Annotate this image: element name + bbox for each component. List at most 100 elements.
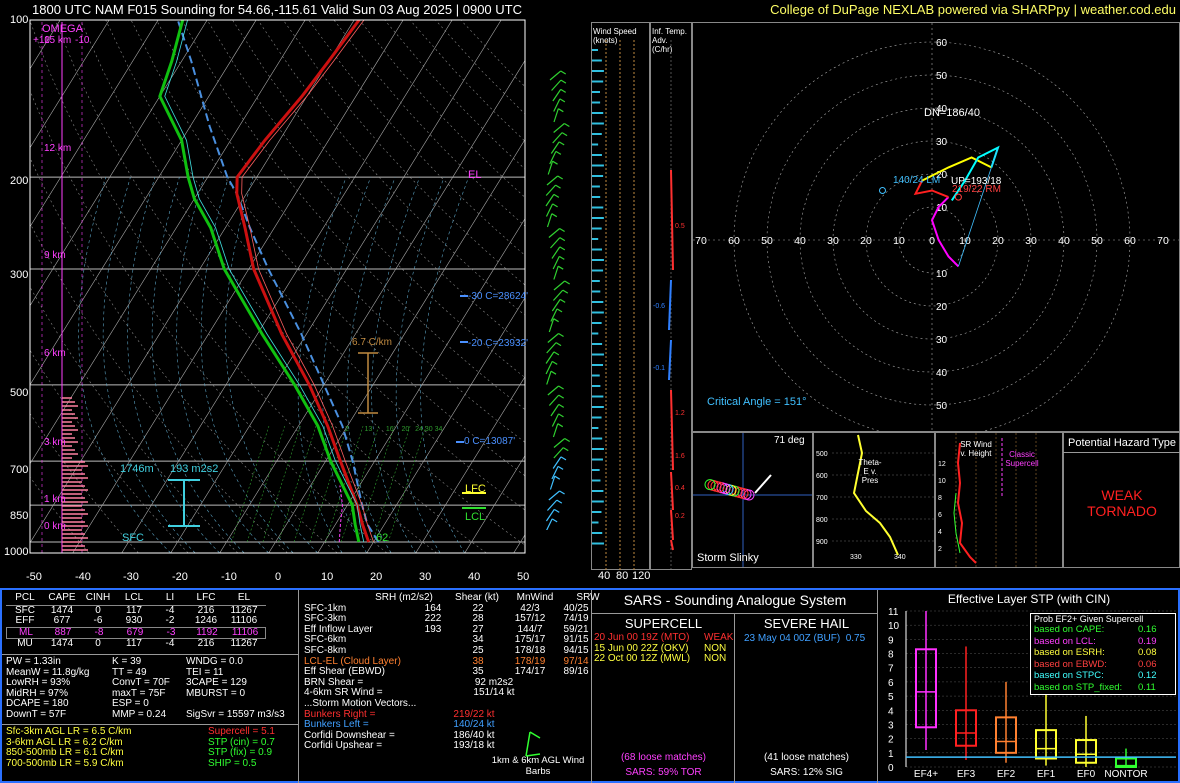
wind-barb	[553, 447, 564, 459]
wind-barb	[549, 70, 562, 81]
stp-ytick: 1	[888, 749, 894, 760]
hodograph: 70 60 50 40 30 20 10 0 10 20 30 40 50 60 7010102020303…	[693, 23, 1179, 431]
p-tick-100: 100	[10, 14, 29, 26]
sars-super-tor: SARS: 59% TOR	[625, 767, 702, 778]
wind-barb-flag	[555, 342, 562, 347]
wind-barb-flag	[550, 370, 557, 375]
skewt-diagram	[29, 19, 526, 554]
stp-ytick: 7	[888, 664, 894, 675]
sars-hail-sig: SARS: 12% SIG	[770, 767, 843, 778]
inf-temp-profile: 0.5 -0.6 -0.1 1.2 1.6 0.4 0.2	[653, 40, 685, 570]
wind-barb	[547, 385, 559, 396]
omega-label: OMEGA	[42, 23, 83, 35]
stp-ytick: 6	[888, 678, 894, 689]
kin-cell	[408, 646, 458, 657]
wind-barb-flag	[551, 213, 558, 218]
hodo-xtick: 60	[1124, 235, 1136, 247]
wind-barb-flag	[562, 289, 569, 294]
wind-barb-flag	[558, 413, 564, 418]
hodo-ytick: 40	[936, 368, 948, 379]
index-cell: PW = 1.33in	[6, 656, 61, 667]
wind-barb-flag	[551, 360, 558, 365]
wspd-tick: 80	[616, 570, 629, 582]
index-row: DownT = 57F MMP = 0.24 SigSvr = 15597 m3/s…	[6, 708, 296, 721]
credit-text: College of DuPage NEXLAB powered via SHA…	[770, 2, 1176, 17]
prob-row: based on EBWD: 0.06	[1034, 659, 1175, 671]
sars-match-type: NON	[704, 653, 727, 665]
hodo-xtick: 50	[761, 235, 773, 247]
stp-ytick: 2	[888, 735, 894, 746]
hodo-xtick: 70	[1157, 235, 1169, 247]
sars-hail-loose: (41 loose matches)	[763, 752, 850, 763]
prob-value: 0.16	[1138, 624, 1157, 635]
el-label: EL	[468, 169, 482, 181]
wind-barb	[548, 228, 560, 238]
hodo-xtick: 20	[860, 235, 872, 247]
lfc-label: LFC	[465, 483, 486, 495]
stp-ytick: 9	[888, 635, 894, 646]
wind-barb-flag	[557, 465, 564, 470]
inft-value: 0.4	[675, 485, 685, 492]
mixratio-line	[262, 426, 301, 543]
wind-barb	[548, 490, 560, 501]
t-tick: -20	[172, 571, 188, 583]
index-cell: SigSvr = 15597 m3/s3	[186, 708, 285, 720]
wind-barb-flag	[561, 132, 568, 137]
inft-value: 1.6	[675, 453, 685, 460]
parcel-cell: -2	[165, 615, 175, 627]
isotherm-m30: -30 C=28624'	[468, 291, 529, 302]
hazard-value: WEAK TORNADO	[1087, 487, 1157, 519]
mixratio-line	[387, 426, 427, 543]
parcel-cell: 930	[125, 615, 143, 627]
t-tick: 0	[275, 571, 282, 583]
wind-barb-flag	[564, 437, 570, 443]
srw-trace	[956, 442, 977, 564]
parcel-cell: EFF	[15, 615, 35, 627]
inft-bar	[668, 279, 672, 331]
stp-ytick: 11	[888, 607, 899, 618]
kin-cell: 193	[424, 623, 442, 635]
kin-cell	[408, 635, 458, 646]
srw-ytick: 10	[938, 478, 946, 485]
prob-value: 0.08	[1138, 647, 1157, 658]
mixratio-line	[278, 426, 317, 543]
critical-angle-line	[958, 147, 999, 267]
kin-cell: 25	[472, 644, 484, 656]
sars-match-row: 20 Jun 00 19Z (MTO) WEAK	[594, 632, 733, 644]
wind-barb	[551, 79, 562, 91]
prob-label: based on CAPE:	[1034, 624, 1105, 635]
sars-title: SARS - Sounding Analogue System	[623, 592, 847, 608]
thetae-ytick: 600	[816, 473, 828, 480]
wind-barb-flag	[558, 108, 564, 113]
t-tick: -10	[221, 571, 237, 583]
t-tick: 50	[517, 571, 530, 583]
kin-row: SFC-1km 164 22 42/3 40/25	[304, 603, 608, 615]
index-cell: MBURST = 0	[186, 687, 245, 699]
prob-value: 0.11	[1138, 681, 1156, 693]
wind-barb	[550, 404, 560, 417]
kin-cell	[304, 593, 356, 604]
mixratio-line	[293, 426, 332, 543]
kin-cell: ...Storm Motion Vectors...	[304, 697, 417, 709]
wind-barb-flag	[562, 447, 569, 452]
p-tick-1000: 1000	[4, 546, 29, 558]
wind-barb-flag	[557, 175, 564, 180]
prob-label: based on ESRH:	[1034, 647, 1105, 658]
wind-barb-flag	[558, 394, 565, 399]
prob-row: based on LCL: 0.19	[1034, 636, 1175, 648]
hodo-xtick: 40	[794, 235, 806, 247]
height-0km: 0 km	[44, 521, 66, 532]
critical-angle: Critical Angle = 151°	[707, 396, 807, 408]
hodo-rm: 219/22 RM	[952, 184, 1001, 195]
isotherm-0: 0 C=13087'	[464, 436, 516, 447]
wind-barb	[553, 438, 566, 448]
slinky-vector	[754, 474, 772, 494]
lapse-rate-label: 6.7 C/km	[352, 337, 393, 348]
lapse-row: 700-500mb LR = 5.9 C/km	[6, 757, 124, 769]
wind-barb	[548, 394, 560, 406]
mixratio-line	[246, 426, 285, 543]
wind-barb-flag	[560, 456, 567, 461]
wind-barb-flag	[559, 490, 565, 495]
prob-row: based on CAPE: 0.16	[1034, 624, 1175, 636]
wind-barb-flag	[556, 308, 563, 313]
